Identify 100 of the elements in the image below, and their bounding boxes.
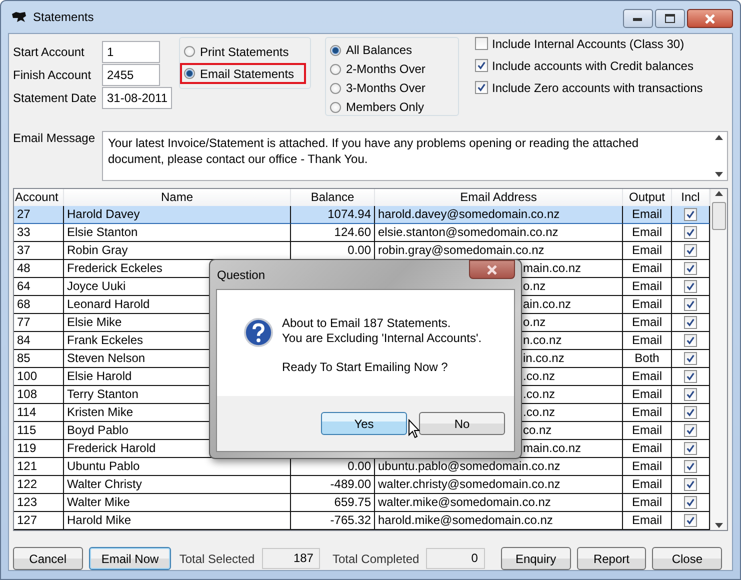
checkbox-option[interactable]: Include accounts with Credit balances: [475, 57, 703, 74]
radio-option[interactable]: 2-Months Over: [326, 60, 454, 78]
checkbox[interactable]: [684, 478, 697, 491]
scroll-thumb[interactable]: [712, 202, 726, 230]
checkbox[interactable]: [684, 514, 697, 527]
close-button[interactable]: [469, 260, 515, 279]
dialog-button[interactable]: Yes: [321, 412, 407, 435]
scroll-up-icon[interactable]: [715, 191, 723, 196]
table-cell: Email: [623, 440, 672, 458]
checkbox[interactable]: [684, 496, 697, 509]
scroll-down-icon[interactable]: [715, 172, 723, 177]
checkbox-option[interactable]: Include Internal Accounts (Class 30): [475, 35, 703, 52]
action-button[interactable]: Email Now: [88, 547, 172, 570]
checkbox[interactable]: [475, 37, 488, 50]
table-row[interactable]: 127 Harold Mike -765.32 harold.mike@somedomain.co.nz Email: [14, 512, 710, 530]
input-field[interactable]: 31-08-2011: [102, 87, 172, 109]
total-label: Total Completed: [332, 552, 420, 566]
table-cell: 1074.94: [328, 207, 371, 221]
table-cell: Email: [623, 512, 672, 530]
minimize-button[interactable]: [623, 9, 653, 28]
table-cell: 100: [14, 368, 64, 386]
table-row[interactable]: 122 Walter Christy -489.00 walter.christy@somedomain.co.nz Email: [14, 476, 710, 494]
scroll-down-icon[interactable]: [715, 523, 723, 528]
radio-option[interactable]: Members Only: [326, 98, 454, 116]
checkbox[interactable]: [684, 334, 697, 347]
checkbox[interactable]: [684, 424, 697, 437]
checkbox[interactable]: [684, 316, 697, 329]
table-cell: -765.32: [330, 513, 371, 527]
input-field[interactable]: 1: [102, 41, 160, 63]
table-cell: harold.mike@somedomain.co.nz: [375, 512, 623, 530]
checkbox[interactable]: [684, 244, 697, 257]
table-cell: elsie.stanton@somedomain.co.nz: [375, 224, 623, 242]
radio-option[interactable]: All Balances: [326, 41, 454, 59]
table-cell: Email: [623, 404, 672, 422]
table-cell: 123: [14, 494, 64, 512]
close-button[interactable]: [687, 9, 733, 28]
checkbox[interactable]: [684, 442, 697, 455]
checkbox-option[interactable]: Include Zero accounts with transactions: [475, 79, 703, 96]
checkbox[interactable]: [684, 388, 697, 401]
scroll-up-icon[interactable]: [715, 135, 723, 140]
checkbox[interactable]: [475, 81, 488, 94]
table-cell: Walter Christy: [64, 476, 291, 494]
table-cell: Email: [623, 260, 672, 278]
radio-option[interactable]: Email Statements: [180, 63, 306, 84]
table-cell: 124.60: [334, 225, 371, 239]
checkbox[interactable]: [684, 406, 697, 419]
radio-option[interactable]: 3-Months Over: [326, 79, 454, 97]
checkbox[interactable]: [684, 280, 697, 293]
checkbox[interactable]: [684, 226, 697, 239]
table-row[interactable]: 123 Walter Mike 659.75 walter.mike@somedomain.co.nz Email: [14, 494, 710, 512]
table-cell: 33: [14, 224, 64, 242]
action-button[interactable]: Enquiry: [500, 547, 571, 570]
table-cell: Email: [623, 368, 672, 386]
total-value: 187: [262, 548, 320, 569]
table-cell: 127: [14, 512, 64, 530]
table-cell: 84: [14, 332, 64, 350]
total-value: 0: [426, 548, 485, 569]
radio-button[interactable]: [330, 102, 341, 112]
table-cell: Harold Davey: [64, 206, 291, 224]
minimize-icon: [633, 16, 643, 20]
field-label: Email Message: [13, 131, 96, 147]
table-cell: Email: [623, 332, 672, 350]
checkbox[interactable]: [684, 298, 697, 311]
mouse-cursor-icon: [408, 419, 420, 439]
table-cell: Harold Mike: [64, 512, 291, 530]
checkbox[interactable]: [684, 370, 697, 383]
radio-button[interactable]: [184, 68, 195, 79]
table-cell: 114: [14, 404, 64, 422]
table-cell: 64: [14, 278, 64, 296]
input-field[interactable]: 2455: [102, 64, 160, 86]
table-row[interactable]: 33 Elsie Stanton 124.60 elsie.stanton@somedomain.co.nz Email: [14, 224, 710, 242]
checkbox[interactable]: [475, 59, 488, 72]
checkbox[interactable]: [684, 352, 697, 365]
message-field[interactable]: Your latest Invoice/Statement is attached. If you have any problems opening or reading the attached document, please contact our office - Thank You.: [102, 131, 728, 181]
table-cell: 659.75: [334, 495, 371, 509]
table-cell: 0.00: [348, 459, 371, 473]
table-cell: 77: [14, 314, 64, 332]
checkbox[interactable]: [684, 460, 697, 473]
table-cell: Email: [623, 494, 672, 512]
radio-button[interactable]: [330, 82, 341, 94]
table-cell: Both: [623, 350, 672, 368]
table-cell: 121: [14, 458, 64, 476]
action-button[interactable]: Cancel: [13, 547, 83, 570]
field-label: Finish Account: [13, 68, 92, 82]
radio-button[interactable]: [330, 44, 341, 56]
radio-option[interactable]: Print Statements: [180, 41, 306, 62]
checkbox[interactable]: [684, 208, 697, 221]
maximize-icon: [665, 14, 675, 23]
close-icon: [486, 264, 498, 274]
table-cell: walter.christy@somedomain.co.nz: [375, 476, 623, 494]
radio-button[interactable]: [184, 46, 195, 57]
table-row[interactable]: 27 Harold Davey 1074.94 harold.davey@somedomain.co.nz Email: [14, 206, 710, 224]
checkbox[interactable]: [684, 262, 697, 275]
radio-button[interactable]: [330, 64, 341, 74]
table-cell: 108: [14, 386, 64, 404]
scrollbar[interactable]: [710, 189, 727, 530]
action-button[interactable]: Close: [652, 547, 722, 570]
maximize-button[interactable]: [655, 9, 685, 28]
dialog-button[interactable]: No: [419, 412, 505, 435]
action-button[interactable]: Report: [576, 547, 646, 570]
